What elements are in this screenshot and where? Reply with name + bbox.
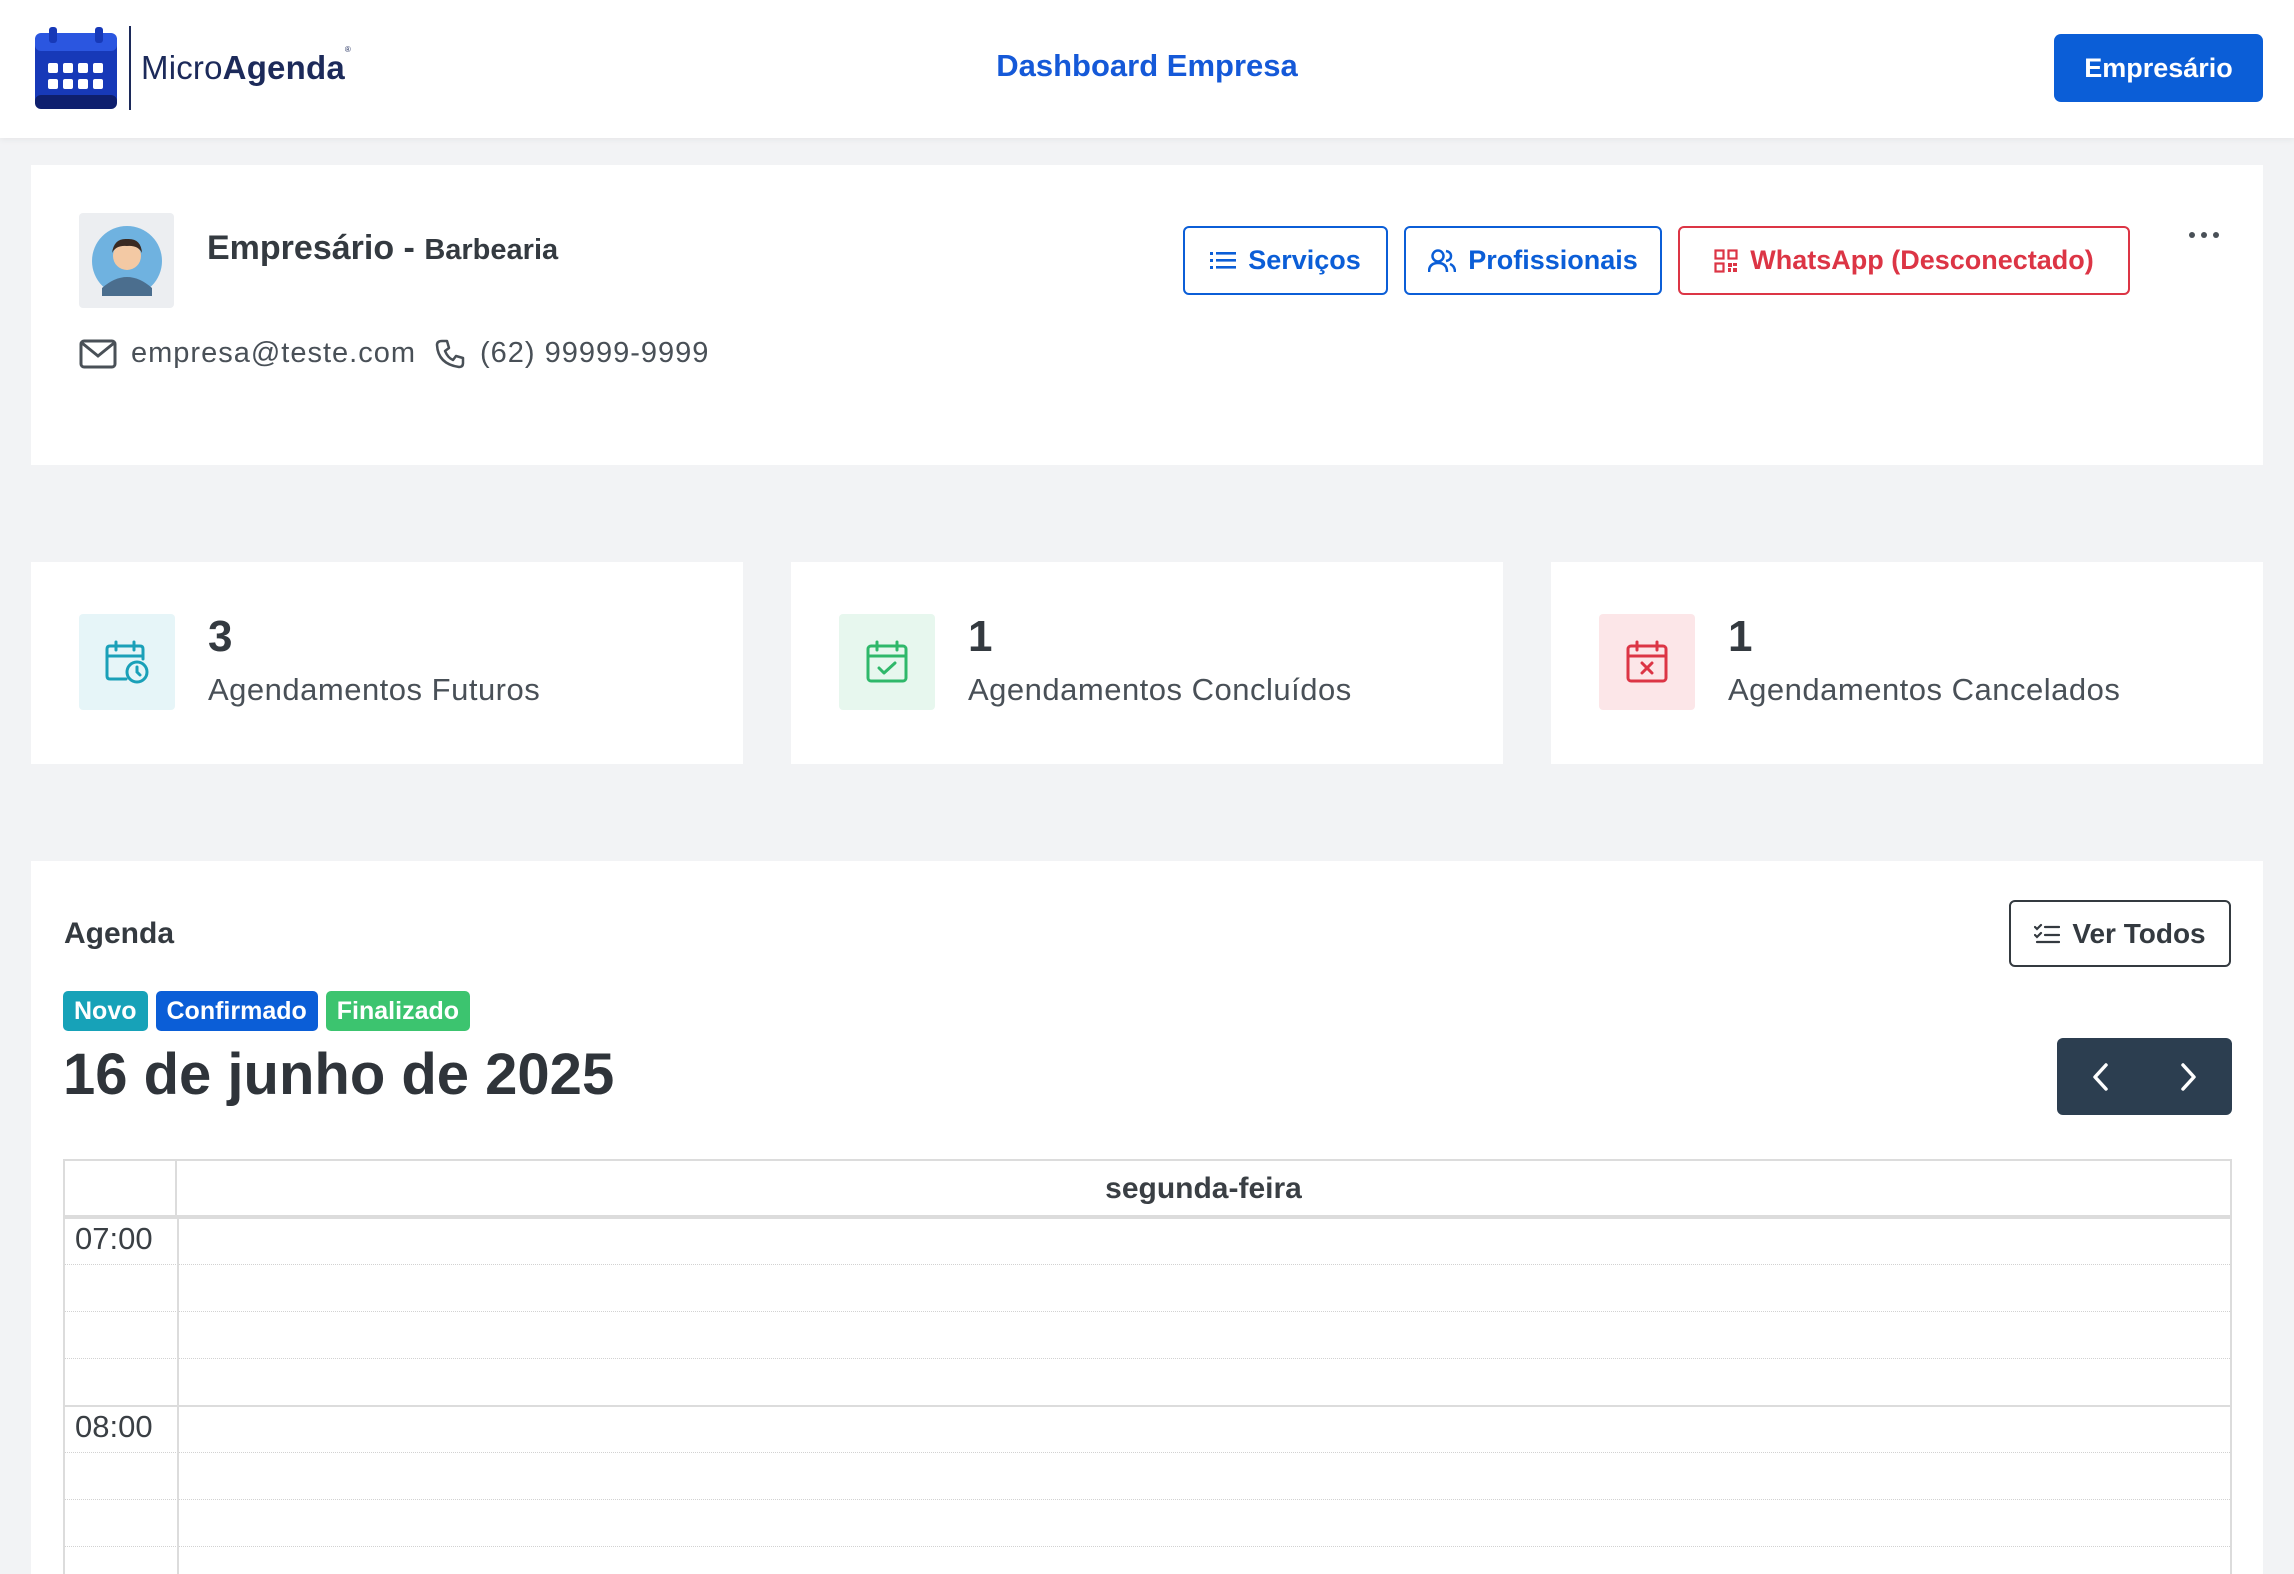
time-slot[interactable] [65, 1311, 2230, 1358]
qr-code-icon [1714, 248, 1738, 273]
status-legend: Novo Confirmado Finalizado [63, 991, 471, 1031]
stat-card-future: 3 Agendamentos Futuros [31, 562, 743, 764]
calendar-grid[interactable]: 07:00 08:00 [65, 1217, 2230, 1574]
company-name: Empresário - Barbearia [207, 229, 559, 267]
stat-value: 1 [1728, 612, 1753, 661]
stat-card-cancelled: 1 Agendamentos Cancelados [1551, 562, 2263, 764]
status-badge-confirmed: Confirmado [155, 991, 318, 1031]
time-gutter-header [65, 1161, 177, 1217]
date-navigation [2057, 1038, 2232, 1115]
calendar-header: segunda-feira [65, 1161, 2230, 1217]
user-avatar-icon [91, 225, 162, 296]
time-slot[interactable] [65, 1499, 2230, 1546]
professionals-button[interactable]: Profissionais [1404, 226, 1662, 295]
status-badge-finished: Finalizado [325, 991, 471, 1031]
stat-label: Agendamentos Futuros [208, 672, 541, 707]
day-column-header[interactable]: segunda-feira [177, 1161, 2230, 1217]
users-icon [1428, 248, 1457, 272]
phone-icon [435, 339, 465, 368]
chevron-left-icon [2093, 1062, 2108, 1091]
time-slot[interactable] [65, 1264, 2230, 1311]
time-slot[interactable]: 07:00 [65, 1217, 2230, 1264]
calendar-check-icon [839, 614, 935, 710]
time-label: 08:00 [75, 1409, 153, 1444]
top-navbar: MicroAgenda® Dashboard Empresa Empresári… [0, 0, 2294, 138]
stat-label: Agendamentos Cancelados [1728, 672, 2121, 707]
stat-value: 3 [208, 612, 233, 661]
calendar-clock-icon [79, 614, 175, 710]
calendar-x-icon [1599, 614, 1695, 710]
time-label: 07:00 [75, 1221, 153, 1256]
services-button[interactable]: Serviços [1183, 226, 1388, 295]
list-icon [1210, 251, 1237, 269]
stat-card-completed: 1 Agendamentos Concluídos [791, 562, 1503, 764]
checklist-icon [2034, 923, 2061, 943]
more-options-icon[interactable] [2179, 225, 2229, 245]
whatsapp-connection-button[interactable]: WhatsApp (Desconectado) [1678, 226, 2130, 295]
day-calendar: segunda-feira 07:00 08:00 [63, 1159, 2232, 1574]
agenda-title: Agenda [64, 917, 175, 950]
status-badge-new: Novo [63, 991, 148, 1031]
view-all-button[interactable]: Ver Todos [2009, 900, 2231, 967]
company-profile-card: Empresário - Barbearia empresa@teste.com… [31, 165, 2263, 465]
time-slot[interactable]: 08:00 [65, 1405, 2230, 1452]
current-date: 16 de junho de 2025 [63, 1042, 615, 1107]
time-slot[interactable] [65, 1546, 2230, 1574]
page-title[interactable]: Dashboard Empresa [0, 48, 2294, 84]
time-slot[interactable] [65, 1358, 2230, 1405]
agenda-card: Agenda Ver Todos Novo Confirmado Finaliz… [31, 861, 2263, 1574]
time-gutter-divider [177, 1217, 179, 1574]
phone-text: (62) 99999-9999 [479, 337, 710, 369]
stat-value: 1 [968, 612, 993, 661]
stat-label: Agendamentos Concluídos [968, 672, 1352, 707]
mail-icon [79, 339, 117, 368]
prev-day-button[interactable] [2057, 1038, 2145, 1115]
next-day-button[interactable] [2145, 1038, 2233, 1115]
contact-info: empresa@teste.com (62) 99999-9999 [79, 337, 709, 370]
time-slot[interactable] [65, 1452, 2230, 1499]
avatar [79, 213, 174, 308]
chevron-right-icon [2181, 1062, 2196, 1091]
user-menu-button[interactable]: Empresário [2054, 34, 2263, 102]
email-text: empresa@teste.com [131, 337, 416, 369]
